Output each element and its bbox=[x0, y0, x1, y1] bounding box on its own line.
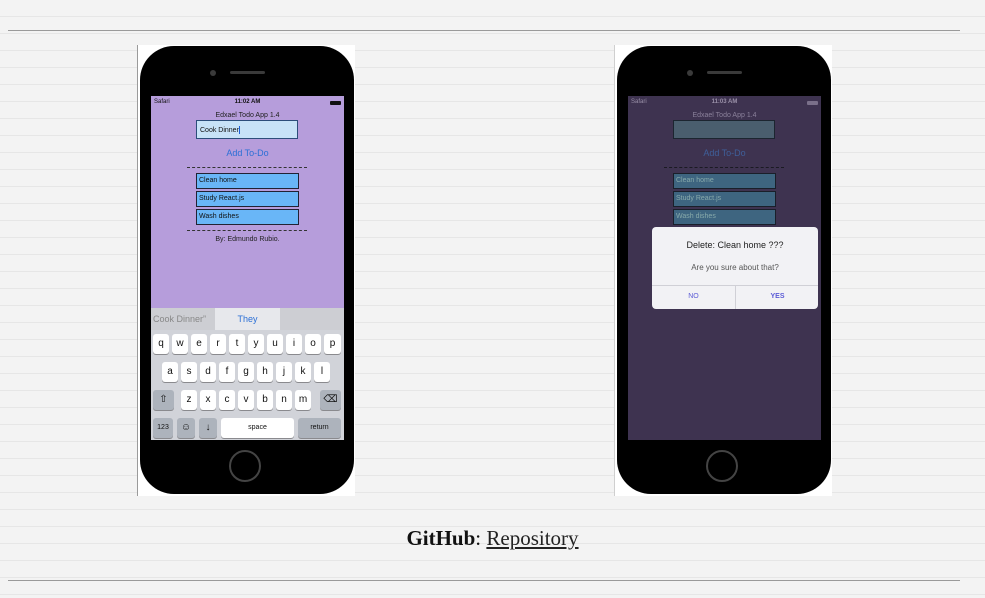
status-bar: Safari 11:03 AM bbox=[628, 98, 821, 108]
dialog-message: Are you sure about that? bbox=[691, 263, 779, 272]
key[interactable]: n bbox=[276, 390, 292, 410]
key[interactable]: k bbox=[295, 362, 311, 382]
key[interactable]: h bbox=[257, 362, 273, 382]
key[interactable]: s bbox=[181, 362, 197, 382]
todo-item[interactable]: Wash dishes bbox=[673, 209, 776, 225]
github-line: GitHub: Repository bbox=[0, 526, 985, 551]
bottom-divider bbox=[8, 580, 960, 581]
speaker-grille bbox=[707, 71, 742, 74]
camera-icon bbox=[687, 70, 693, 76]
dashed-divider bbox=[187, 167, 307, 168]
key[interactable]: m bbox=[295, 390, 311, 410]
return-key[interactable]: return bbox=[298, 418, 341, 438]
key[interactable]: p bbox=[324, 334, 341, 354]
todo-item[interactable]: Wash dishes bbox=[196, 209, 299, 225]
key[interactable]: o bbox=[305, 334, 321, 354]
dashed-divider bbox=[187, 230, 307, 231]
screenshot-add-todo: Safari 11:02 AM Edxael Todo App 1.4 Cook… bbox=[137, 45, 355, 496]
key[interactable]: i bbox=[286, 334, 302, 354]
key[interactable]: g bbox=[238, 362, 254, 382]
key[interactable]: u bbox=[267, 334, 283, 354]
key[interactable]: t bbox=[229, 334, 245, 354]
key[interactable]: y bbox=[248, 334, 264, 354]
on-screen-keyboard: q w e r t y u i o p a s d f g h j k l ⇧ bbox=[151, 330, 344, 440]
todo-input-value: Cook Dinner bbox=[200, 126, 239, 134]
todo-item[interactable]: Study React.js bbox=[196, 191, 299, 207]
home-button[interactable] bbox=[706, 450, 738, 482]
add-todo-button[interactable]: Add To-Do bbox=[151, 148, 344, 158]
dialog-title: Delete: Clean home ??? bbox=[686, 240, 784, 250]
key[interactable]: f bbox=[219, 362, 235, 382]
github-separator: : bbox=[475, 526, 482, 550]
key[interactable]: j bbox=[276, 362, 292, 382]
key[interactable]: r bbox=[210, 334, 226, 354]
suggestion-item[interactable]: They bbox=[215, 308, 280, 330]
author-credit: By: Edmundo Rubio. bbox=[215, 236, 280, 243]
microphone-icon[interactable]: ↓ bbox=[199, 418, 217, 438]
key[interactable]: z bbox=[181, 390, 197, 410]
camera-icon bbox=[210, 70, 216, 76]
status-bar: Safari 11:02 AM bbox=[151, 98, 344, 108]
key[interactable]: a bbox=[162, 362, 178, 382]
top-divider bbox=[8, 30, 960, 31]
key[interactable]: w bbox=[172, 334, 188, 354]
dashed-divider bbox=[664, 167, 784, 168]
delete-key[interactable]: ⌫ bbox=[320, 390, 341, 410]
key[interactable]: e bbox=[191, 334, 207, 354]
key[interactable]: v bbox=[238, 390, 254, 410]
key[interactable]: x bbox=[200, 390, 216, 410]
github-label: GitHub bbox=[406, 526, 476, 550]
delete-confirm-dialog: Delete: Clean home ??? Are you sure abou… bbox=[652, 227, 818, 309]
yes-button[interactable]: YES bbox=[736, 293, 819, 300]
text-caret bbox=[238, 126, 240, 134]
battery-icon bbox=[330, 101, 341, 105]
screenshot-delete-dialog: Safari 11:03 AM Edxael Todo App 1.4 Add … bbox=[614, 45, 832, 496]
predictive-bar: Cook Dinner” They bbox=[151, 308, 344, 330]
battery-icon bbox=[807, 101, 818, 105]
key[interactable]: l bbox=[314, 362, 330, 382]
todo-item[interactable]: Study React.js bbox=[673, 191, 776, 207]
speaker-grille bbox=[230, 71, 265, 74]
numbers-key[interactable]: 123 bbox=[153, 418, 173, 438]
phone-screen: Safari 11:03 AM Edxael Todo App 1.4 Add … bbox=[628, 96, 821, 440]
status-time: 11:02 AM bbox=[234, 99, 261, 105]
key[interactable]: d bbox=[200, 362, 216, 382]
space-key[interactable]: space bbox=[221, 418, 294, 438]
todo-input[interactable]: Cook Dinner bbox=[196, 120, 298, 139]
todo-input[interactable] bbox=[673, 120, 775, 139]
home-button[interactable] bbox=[229, 450, 261, 482]
emoji-key-icon[interactable]: ☺ bbox=[177, 418, 195, 438]
shift-key[interactable]: ⇧ bbox=[153, 390, 174, 410]
iphone-frame: Safari 11:03 AM Edxael Todo App 1.4 Add … bbox=[617, 46, 831, 494]
phone-screen: Safari 11:02 AM Edxael Todo App 1.4 Cook… bbox=[151, 96, 344, 440]
repository-link[interactable]: Repository bbox=[486, 526, 578, 550]
status-time: 11:03 AM bbox=[711, 99, 738, 105]
iphone-frame: Safari 11:02 AM Edxael Todo App 1.4 Cook… bbox=[140, 46, 354, 494]
key[interactable]: c bbox=[219, 390, 235, 410]
add-todo-button[interactable]: Add To-Do bbox=[628, 148, 821, 158]
todo-item[interactable]: Clean home bbox=[673, 173, 776, 189]
suggestion-item[interactable]: Cook Dinner” bbox=[153, 314, 213, 324]
key[interactable]: q bbox=[153, 334, 169, 354]
todo-item[interactable]: Clean home bbox=[196, 173, 299, 189]
app-title: Edxael Todo App 1.4 bbox=[692, 112, 757, 119]
app-title: Edxael Todo App 1.4 bbox=[215, 112, 280, 119]
no-button[interactable]: NO bbox=[652, 293, 735, 300]
key[interactable]: b bbox=[257, 390, 273, 410]
